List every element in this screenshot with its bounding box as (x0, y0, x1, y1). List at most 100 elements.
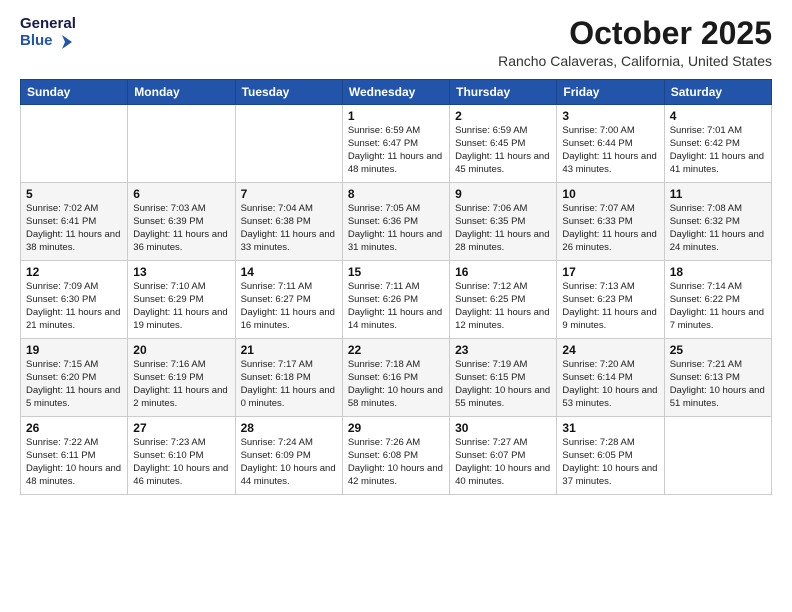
logo: General Blue (20, 16, 76, 51)
day-number: 29 (348, 421, 444, 435)
table-row (21, 105, 128, 183)
table-row: 19 Sunrise: 7:15 AM Sunset: 6:20 PM Dayli… (21, 339, 128, 417)
day-number: 18 (670, 265, 766, 279)
day-number: 2 (455, 109, 551, 123)
table-row: 28Sunrise: 7:24 AM Sunset: 6:09 PM Dayli… (235, 417, 342, 495)
day-number: 11 (670, 187, 766, 201)
table-row: 27Sunrise: 7:23 AM Sunset: 6:10 PM Dayli… (128, 417, 235, 495)
logo-wordmark: General Blue (20, 16, 76, 51)
month-title: October 2025 (498, 16, 772, 51)
day-number: 7 (241, 187, 337, 201)
week-row-4: 19 Sunrise: 7:15 AM Sunset: 6:20 PM Dayli… (21, 339, 772, 417)
col-tuesday: Tuesday (235, 80, 342, 105)
day-number: 10 (562, 187, 658, 201)
day-info: Sunrise: 7:16 AM Sunset: 6:19 PM Dayligh… (133, 359, 229, 410)
day-number: 3 (562, 109, 658, 123)
day-number: 20 (133, 343, 229, 357)
table-row: 24 Sunrise: 7:20 AM Sunset: 6:14 PM Dayli… (557, 339, 664, 417)
day-number: 30 (455, 421, 551, 435)
table-row: 10 Sunrise: 7:07 AM Sunset: 6:33 PM Dayli… (557, 183, 664, 261)
day-number: 6 (133, 187, 229, 201)
day-number: 12 (26, 265, 122, 279)
table-row: 13 Sunrise: 7:10 AM Sunset: 6:29 PM Dayli… (128, 261, 235, 339)
day-info: Sunrise: 7:08 AM Sunset: 6:32 PM Dayligh… (670, 203, 766, 254)
day-info: Sunrise: 7:21 AM Sunset: 6:13 PM Dayligh… (670, 359, 766, 410)
day-number: 19 (26, 343, 122, 357)
table-row: 4Sunrise: 7:01 AM Sunset: 6:42 PM Daylig… (664, 105, 771, 183)
day-number: 1 (348, 109, 444, 123)
day-info: Sunrise: 7:00 AM Sunset: 6:44 PM Dayligh… (562, 125, 658, 176)
table-row: 22 Sunrise: 7:18 AM Sunset: 6:16 PM Dayli… (342, 339, 449, 417)
table-row: 6 Sunrise: 7:03 AM Sunset: 6:39 PM Daylig… (128, 183, 235, 261)
day-number: 25 (670, 343, 766, 357)
day-info: Sunrise: 7:20 AM Sunset: 6:14 PM Dayligh… (562, 359, 658, 410)
day-info: Sunrise: 7:28 AM Sunset: 6:05 PM Dayligh… (562, 437, 658, 488)
logo-blue: Blue (20, 33, 76, 51)
table-row: 29 Sunrise: 7:26 AM Sunset: 6:08 PM Dayli… (342, 417, 449, 495)
day-number: 23 (455, 343, 551, 357)
header: General Blue October 2025 Rancho Calaver… (20, 16, 772, 69)
day-info: Sunrise: 7:07 AM Sunset: 6:33 PM Dayligh… (562, 203, 658, 254)
day-info: Sunrise: 7:02 AM Sunset: 6:41 PM Dayligh… (26, 203, 122, 254)
day-info: Sunrise: 7:18 AM Sunset: 6:16 PM Dayligh… (348, 359, 444, 410)
day-number: 8 (348, 187, 444, 201)
col-saturday: Saturday (664, 80, 771, 105)
table-row: 8 Sunrise: 7:05 AM Sunset: 6:36 PM Daylig… (342, 183, 449, 261)
day-number: 15 (348, 265, 444, 279)
day-info: Sunrise: 7:11 AM Sunset: 6:27 PM Dayligh… (241, 281, 337, 332)
calendar-header-row: Sunday Monday Tuesday Wednesday Thursday… (21, 80, 772, 105)
calendar: Sunday Monday Tuesday Wednesday Thursday… (20, 79, 772, 495)
day-info: Sunrise: 7:19 AM Sunset: 6:15 PM Dayligh… (455, 359, 551, 410)
table-row: 3 Sunrise: 7:00 AM Sunset: 6:44 PM Daylig… (557, 105, 664, 183)
title-block: October 2025 Rancho Calaveras, Californi… (498, 16, 772, 69)
col-wednesday: Wednesday (342, 80, 449, 105)
table-row: 14Sunrise: 7:11 AM Sunset: 6:27 PM Dayli… (235, 261, 342, 339)
day-info: Sunrise: 7:01 AM Sunset: 6:42 PM Dayligh… (670, 125, 766, 176)
day-number: 24 (562, 343, 658, 357)
day-number: 22 (348, 343, 444, 357)
location-title: Rancho Calaveras, California, United Sta… (498, 53, 772, 69)
day-info: Sunrise: 7:26 AM Sunset: 6:08 PM Dayligh… (348, 437, 444, 488)
logo-arrow-icon (56, 33, 74, 51)
table-row: 31Sunrise: 7:28 AM Sunset: 6:05 PM Dayli… (557, 417, 664, 495)
day-info: Sunrise: 7:13 AM Sunset: 6:23 PM Dayligh… (562, 281, 658, 332)
day-number: 9 (455, 187, 551, 201)
week-row-2: 5 Sunrise: 7:02 AM Sunset: 6:41 PM Daylig… (21, 183, 772, 261)
day-number: 5 (26, 187, 122, 201)
week-row-5: 26Sunrise: 7:22 AM Sunset: 6:11 PM Dayli… (21, 417, 772, 495)
day-info: Sunrise: 6:59 AM Sunset: 6:47 PM Dayligh… (348, 125, 444, 176)
table-row: 7 Sunrise: 7:04 AM Sunset: 6:38 PM Daylig… (235, 183, 342, 261)
day-info: Sunrise: 6:59 AM Sunset: 6:45 PM Dayligh… (455, 125, 551, 176)
day-info: Sunrise: 7:10 AM Sunset: 6:29 PM Dayligh… (133, 281, 229, 332)
day-info: Sunrise: 7:05 AM Sunset: 6:36 PM Dayligh… (348, 203, 444, 254)
day-info: Sunrise: 7:17 AM Sunset: 6:18 PM Dayligh… (241, 359, 337, 410)
col-thursday: Thursday (450, 80, 557, 105)
table-row: 26Sunrise: 7:22 AM Sunset: 6:11 PM Dayli… (21, 417, 128, 495)
table-row: 11 Sunrise: 7:08 AM Sunset: 6:32 PM Dayli… (664, 183, 771, 261)
table-row: 16 Sunrise: 7:12 AM Sunset: 6:25 PM Dayli… (450, 261, 557, 339)
table-row: 20 Sunrise: 7:16 AM Sunset: 6:19 PM Dayli… (128, 339, 235, 417)
day-info: Sunrise: 7:15 AM Sunset: 6:20 PM Dayligh… (26, 359, 122, 410)
week-row-1: 1 Sunrise: 6:59 AM Sunset: 6:47 PM Daylig… (21, 105, 772, 183)
col-sunday: Sunday (21, 80, 128, 105)
day-number: 21 (241, 343, 337, 357)
table-row: 17Sunrise: 7:13 AM Sunset: 6:23 PM Dayli… (557, 261, 664, 339)
table-row: 9 Sunrise: 7:06 AM Sunset: 6:35 PM Daylig… (450, 183, 557, 261)
table-row (235, 105, 342, 183)
day-number: 13 (133, 265, 229, 279)
page: General Blue October 2025 Rancho Calaver… (0, 0, 792, 612)
day-info: Sunrise: 7:12 AM Sunset: 6:25 PM Dayligh… (455, 281, 551, 332)
day-info: Sunrise: 7:06 AM Sunset: 6:35 PM Dayligh… (455, 203, 551, 254)
day-info: Sunrise: 7:04 AM Sunset: 6:38 PM Dayligh… (241, 203, 337, 254)
table-row: 1 Sunrise: 6:59 AM Sunset: 6:47 PM Daylig… (342, 105, 449, 183)
col-friday: Friday (557, 80, 664, 105)
table-row: 18Sunrise: 7:14 AM Sunset: 6:22 PM Dayli… (664, 261, 771, 339)
table-row: 2 Sunrise: 6:59 AM Sunset: 6:45 PM Daylig… (450, 105, 557, 183)
day-number: 16 (455, 265, 551, 279)
day-info: Sunrise: 7:24 AM Sunset: 6:09 PM Dayligh… (241, 437, 337, 488)
day-info: Sunrise: 7:03 AM Sunset: 6:39 PM Dayligh… (133, 203, 229, 254)
table-row (128, 105, 235, 183)
col-monday: Monday (128, 80, 235, 105)
day-info: Sunrise: 7:11 AM Sunset: 6:26 PM Dayligh… (348, 281, 444, 332)
table-row: 23 Sunrise: 7:19 AM Sunset: 6:15 PM Dayli… (450, 339, 557, 417)
